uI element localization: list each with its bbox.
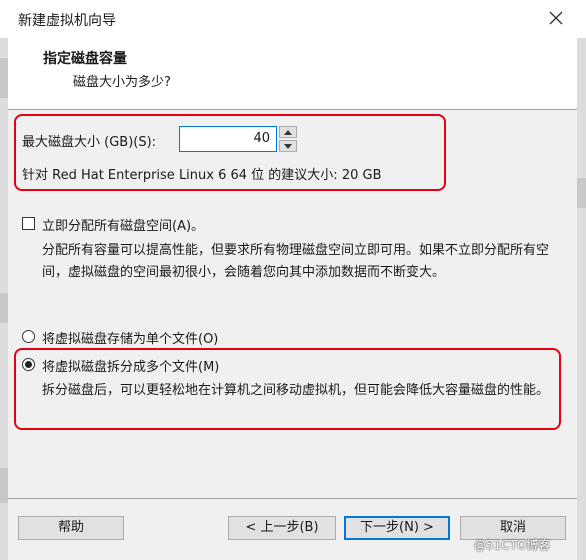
allocate-all-label[interactable]: 立即分配所有磁盘空间(A)。: [42, 215, 204, 234]
wizard-header: 指定磁盘容量 磁盘大小为多少?: [0, 38, 586, 110]
back-button[interactable]: < 上一步(B): [228, 516, 336, 540]
background-window-right: [577, 38, 586, 560]
max-disk-size-input[interactable]: 40: [179, 126, 277, 152]
page-subtitle: 磁盘大小为多少?: [73, 75, 171, 90]
window-title: 新建虚拟机向导: [18, 13, 116, 29]
background-window-left: [0, 38, 8, 560]
close-icon[interactable]: [540, 3, 572, 33]
footer-divider: [8, 498, 577, 499]
single-file-radio[interactable]: [22, 330, 35, 343]
watermark: @51CTO博客: [474, 538, 551, 552]
multi-file-label[interactable]: 将虚拟磁盘拆分成多个文件(M): [42, 356, 219, 375]
page-title: 指定磁盘容量: [43, 51, 127, 67]
max-disk-size-label: 最大磁盘大小 (GB)(S):: [22, 135, 157, 150]
multi-file-radio[interactable]: [22, 358, 35, 371]
spin-down-icon[interactable]: [279, 140, 297, 152]
help-button[interactable]: 帮助: [18, 516, 124, 540]
next-button[interactable]: 下一步(N) >: [344, 516, 450, 540]
disk-size-spinner: [279, 126, 297, 152]
allocate-all-description: 分配所有容量可以提高性能，但要求所有物理磁盘空间立即可用。如果不立即分配所有空间…: [42, 243, 550, 280]
allocate-all-checkbox[interactable]: [22, 217, 35, 230]
recommended-size-text: 针对 Red Hat Enterprise Linux 6 64 位 的建议大小…: [22, 168, 382, 183]
multi-file-description: 拆分磁盘后，可以更轻松地在计算机之间移动虚拟机，但可能会降低大容量磁盘的性能。: [42, 383, 550, 398]
title-bar: 新建虚拟机向导: [0, 0, 586, 38]
spin-up-icon[interactable]: [279, 126, 297, 138]
single-file-label[interactable]: 将虚拟磁盘存储为单个文件(O): [42, 328, 218, 347]
